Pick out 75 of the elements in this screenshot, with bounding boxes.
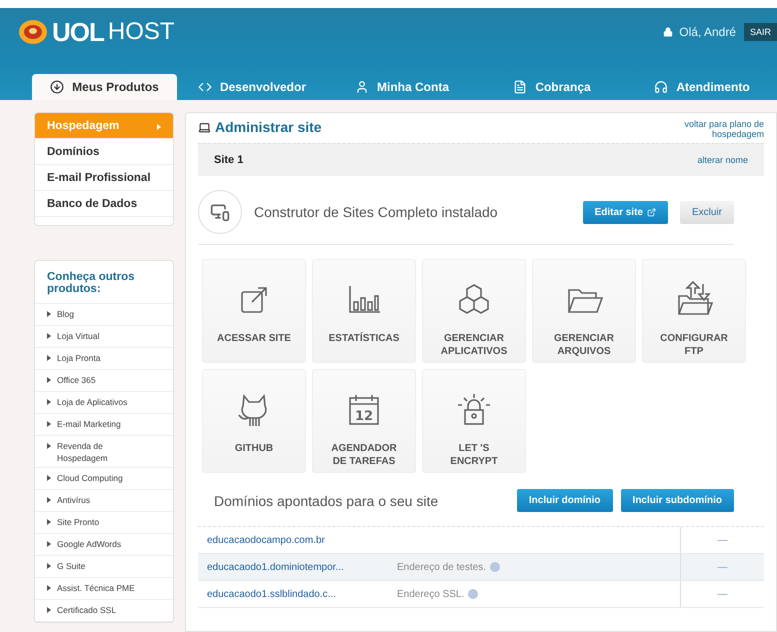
triangle-icon [47, 585, 51, 591]
product-link[interactable]: Site Pronto [57, 516, 100, 528]
product-link[interactable]: Cloud Computing [57, 472, 123, 484]
laptop-icon [198, 120, 211, 134]
tool-tile[interactable]: ACESSAR SITE [202, 259, 306, 363]
domain-note: Endereço de testes. [397, 562, 486, 572]
nav-tab[interactable]: Desenvolvedor [177, 74, 327, 100]
product-link[interactable]: Loja Pronta [57, 352, 100, 364]
product-link[interactable]: Loja Virtual [57, 330, 100, 342]
products-heading: Conheça outros produtos: [35, 261, 173, 304]
add-subdomain-button[interactable]: Incluir subdomínio [620, 489, 734, 512]
triangle-icon [47, 399, 51, 405]
delete-button[interactable]: Excluir [680, 200, 734, 224]
logo-icon [18, 19, 48, 45]
add-domain-button[interactable]: Incluir domínio [516, 489, 613, 512]
site-name: Site 1 [214, 154, 244, 166]
action-dash: — [718, 534, 728, 546]
triangle-icon [47, 497, 51, 503]
logo-text: HOST [108, 18, 175, 46]
tool-tile[interactable]: GERENCIAR ARQUIVOS [532, 259, 636, 363]
domain-note: Endereço SSL. [397, 588, 464, 600]
triangle-icon [47, 311, 51, 317]
domains-heading: Domínios apontados para o seu site [214, 492, 440, 508]
nav-tab[interactable]: Meus Produtos [32, 74, 177, 100]
tool-tile[interactable]: ESTATÍSTICAS [312, 259, 416, 363]
user-icon [355, 80, 369, 94]
code-icon [198, 80, 212, 94]
nav-tab[interactable]: Atendimento [627, 74, 777, 100]
panel-title: Administrar site [198, 119, 322, 135]
nav-tab[interactable]: Minha Conta [327, 74, 477, 100]
nav-tab[interactable]: Cobrança [477, 74, 627, 100]
user-greeting: Olá, André [679, 25, 736, 39]
triangle-icon [47, 377, 51, 383]
domain-link[interactable]: educacaodo1.sslblindado.c... [198, 588, 388, 600]
edit-site-button[interactable]: Editar site [582, 200, 668, 224]
document-icon [513, 80, 528, 94]
triangle-icon [47, 607, 51, 613]
triangle-icon [47, 475, 51, 481]
triangle-icon [47, 541, 51, 547]
product-link[interactable]: Antivírus [57, 494, 90, 506]
product-link[interactable]: Certificado SSL [57, 604, 116, 616]
triangle-icon [47, 421, 51, 427]
back-link[interactable]: voltar para plano de hospedagem [654, 119, 764, 139]
product-link[interactable]: Assist. Técnica PME [57, 582, 135, 594]
tool-tile[interactable]: GITHUB [202, 369, 306, 473]
triangle-icon [157, 124, 161, 130]
product-link[interactable]: G Suite [57, 560, 86, 572]
builder-status: Construtor de Sites Completo instalado [254, 204, 499, 220]
triangle-icon [47, 355, 51, 361]
download-icon [50, 80, 64, 94]
logo-text: UOL [52, 16, 104, 48]
triangle-icon [47, 333, 51, 339]
product-link[interactable]: Loja de Aplicativos [57, 396, 128, 408]
external-link-icon [646, 208, 656, 216]
product-link[interactable]: Blog [57, 308, 74, 320]
triangle-icon [47, 519, 51, 525]
product-link[interactable]: E-mail Marketing [57, 418, 121, 430]
tool-tile[interactable]: 12 AGENDADOR DE TAREFAS [312, 369, 416, 473]
domain-link[interactable]: educacaodo1.dominiotempor... [198, 562, 388, 572]
triangle-icon [47, 443, 51, 449]
product-link[interactable]: Google AdWords [57, 538, 122, 550]
triangle-icon [47, 563, 51, 569]
logout-button[interactable]: SAIR [744, 23, 777, 41]
product-link[interactable]: Revenda de Hospedagem [57, 440, 147, 464]
rename-link[interactable]: alterar nome [697, 155, 748, 165]
lock-icon [663, 27, 674, 37]
action-dash: — [718, 562, 728, 572]
devices-icon [198, 190, 242, 234]
headset-icon [654, 80, 668, 94]
action-dash: — [718, 588, 728, 600]
tool-tile[interactable]: CONFIGURAR FTP [642, 259, 746, 363]
domain-link[interactable]: educacaodocampo.com.br [198, 534, 388, 546]
tool-tile[interactable]: GERENCIAR APLICATIVOS [422, 259, 526, 363]
product-link[interactable]: Office 365 [57, 374, 96, 386]
tool-tile[interactable]: LET 'S ENCRYPT [422, 369, 526, 473]
